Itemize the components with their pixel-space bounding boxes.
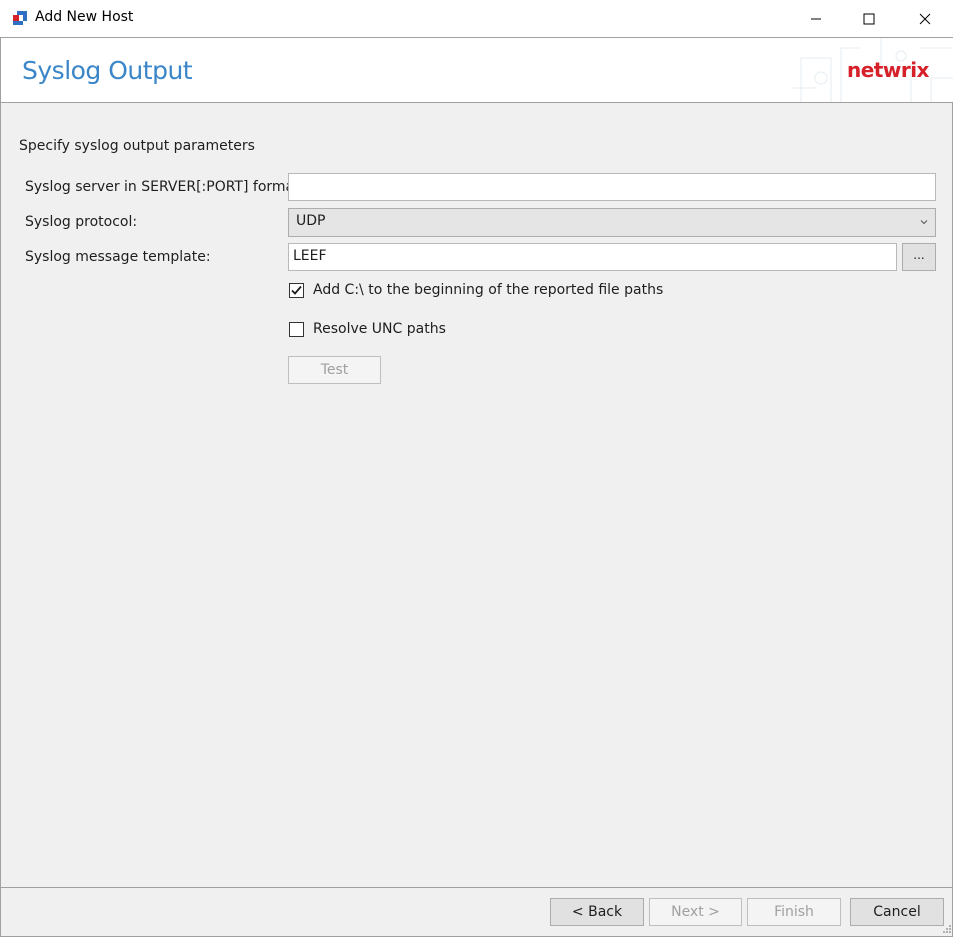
checkmark-icon xyxy=(291,285,302,295)
netwrix-logo: netwrix xyxy=(847,58,929,82)
title-bar: Add New Host xyxy=(0,0,955,37)
maximize-button[interactable] xyxy=(846,0,892,37)
minimize-button[interactable] xyxy=(793,0,839,37)
instructions-text: Specify syslog output parameters xyxy=(19,138,255,154)
footer-divider xyxy=(1,887,953,888)
close-icon xyxy=(919,13,931,24)
back-button[interactable]: < Back xyxy=(550,898,644,926)
maximize-icon xyxy=(863,13,875,24)
add-c-prefix-checkbox[interactable] xyxy=(289,283,304,298)
protocol-selected-value: UDP xyxy=(296,213,326,229)
template-input[interactable]: LEEF xyxy=(288,243,897,271)
browse-template-button[interactable]: ... xyxy=(902,243,936,271)
resolve-unc-label[interactable]: Resolve UNC paths xyxy=(313,321,446,337)
netwrix-app-icon xyxy=(13,11,27,25)
page-title: Syslog Output xyxy=(22,56,193,85)
protocol-select[interactable]: UDP xyxy=(288,208,936,237)
next-button[interactable]: Next > xyxy=(649,898,742,926)
resize-grip-icon[interactable] xyxy=(940,924,952,936)
test-button[interactable]: Test xyxy=(288,356,381,384)
close-button[interactable] xyxy=(902,0,948,37)
server-input[interactable] xyxy=(288,173,936,201)
chevron-down-icon xyxy=(920,220,928,225)
resolve-unc-checkbox[interactable] xyxy=(289,322,304,337)
template-label: Syslog message template: xyxy=(25,249,211,265)
finish-button[interactable]: Finish xyxy=(747,898,841,926)
server-label: Syslog server in SERVER[:PORT] format: xyxy=(25,179,305,195)
add-new-host-window: Add New Host Syslog Output netwrix Speci… xyxy=(0,0,955,938)
add-c-prefix-label[interactable]: Add C:\ to the beginning of the reported… xyxy=(313,282,663,298)
header-banner: Syslog Output netwrix xyxy=(1,38,953,103)
cancel-button[interactable]: Cancel xyxy=(850,898,944,926)
window-title: Add New Host xyxy=(35,9,134,25)
dialog-body xyxy=(0,37,953,937)
protocol-label: Syslog protocol: xyxy=(25,214,138,230)
minimize-icon xyxy=(811,18,821,19)
